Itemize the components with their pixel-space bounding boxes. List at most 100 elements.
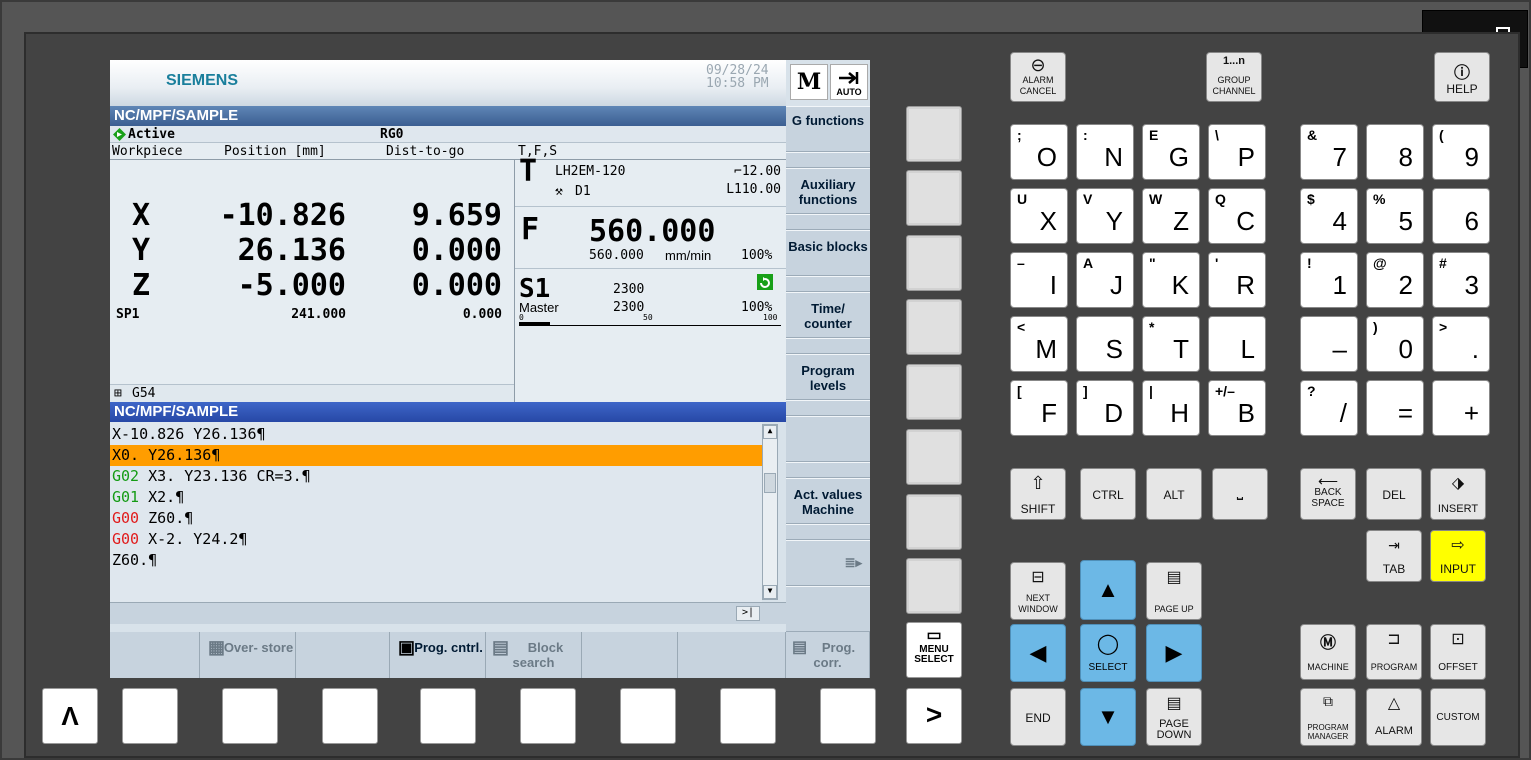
key-c[interactable]: QC [1208,188,1266,244]
scroll-right-icon[interactable]: >| [736,606,760,621]
key-z[interactable]: WZ [1142,188,1200,244]
softkey-aux-functions[interactable]: Auxiliary functions [786,168,870,214]
softkey-h6[interactable] [582,632,678,678]
softkey-h3[interactable] [296,632,390,678]
select-key[interactable]: ◯ SELECT [1080,624,1136,682]
arrow-down-key[interactable]: ▼ [1080,688,1136,746]
softkey-prog-corr[interactable]: ▤ Prog. corr. [786,632,870,678]
key-b[interactable]: +/– B [1208,380,1266,436]
hw-softkey-v8[interactable] [906,558,962,614]
scroll-down-icon[interactable]: ▼ [763,585,777,599]
input-key[interactable]: ⇨ INPUT [1430,530,1486,582]
key-d[interactable]: ] D [1076,380,1134,436]
key-k[interactable]: " K [1142,252,1200,308]
key-num-4[interactable]: % 5 [1366,188,1424,244]
scroll-thumb[interactable] [764,473,776,493]
hw-softkey-h7[interactable] [720,688,776,744]
horizontal-scrollbar[interactable]: >| [110,602,786,624]
key-f[interactable]: [F [1010,380,1068,436]
hw-softkey-h1[interactable] [122,688,178,744]
softkey-prog-cntrl[interactable]: ▣ Prog. cntrl. [390,632,486,678]
key-t[interactable]: * T [1142,316,1200,372]
key-num-2[interactable]: (9 [1432,124,1490,180]
next-window-key[interactable]: ⊟ NEXT WINDOW [1010,562,1066,620]
end-key[interactable]: END [1010,688,1066,746]
softkey-empty-6[interactable] [786,416,870,462]
program-editor[interactable]: X-10.826 Y26.136¶ X0. Y26.136¶ G02 X3. Y… [110,422,762,602]
key-num-7[interactable]: @2 [1366,252,1424,308]
hw-softkey-h4[interactable] [420,688,476,744]
key-i[interactable]: – I [1010,252,1068,308]
key-num-3[interactable]: $4 [1300,188,1358,244]
softkey-g-functions[interactable]: G functions [786,106,870,152]
alt-key[interactable]: ALT [1146,468,1202,520]
hw-softkey-v1[interactable] [906,106,962,162]
menu-select-key[interactable]: ▭ MENU SELECT [906,622,962,678]
softkey-act-values[interactable]: Act. values Machine [786,478,870,524]
vertical-scrollbar[interactable]: ▲ ▼ [762,424,778,600]
backspace-key[interactable]: ⟵ BACK SPACE [1300,468,1356,520]
space-key[interactable]: ⎵ [1212,468,1268,520]
softkey-h1[interactable] [110,632,200,678]
code-line[interactable]: G00 X-2. Y24.2¶ [110,529,762,550]
code-line[interactable]: G00 Z60.¶ [110,508,762,529]
key-num-6[interactable]: ! 1 [1300,252,1358,308]
insert-key[interactable]: ⬗ INSERT [1430,468,1486,520]
key-y[interactable]: VY [1076,188,1134,244]
arrow-right-key[interactable]: ▶ [1146,624,1202,682]
key-num-13[interactable]: = [1366,380,1424,436]
key-x[interactable]: UX [1010,188,1068,244]
key-num-11[interactable]: >. [1432,316,1490,372]
hw-softkey-v2[interactable] [906,170,962,226]
softkey-overstore[interactable]: ▦ Over- store [200,632,296,678]
offset-key[interactable]: ⊡ OFFSET [1430,624,1486,680]
hw-softkey-v6[interactable] [906,429,962,485]
key-r[interactable]: ' R [1208,252,1266,308]
custom-key[interactable]: CUSTOM [1430,688,1486,746]
del-key[interactable]: DEL [1366,468,1422,520]
hw-softkey-h6[interactable] [620,688,676,744]
key-j[interactable]: AJ [1076,252,1134,308]
key-l[interactable]: L [1208,316,1266,372]
help-key[interactable]: ⓘ HELP [1434,52,1490,102]
key-num-1[interactable]: 8 [1366,124,1424,180]
code-line[interactable]: G01 X2.¶ [110,487,762,508]
key-num-10[interactable]: ) 0 [1366,316,1424,372]
key-n[interactable]: :N [1076,124,1134,180]
hw-softkey-h3[interactable] [322,688,378,744]
softkey-basic-blocks[interactable]: Basic blocks [786,230,870,276]
code-line[interactable]: Z60.¶ [110,550,762,571]
key-num-14[interactable]: + [1432,380,1490,436]
hw-softkey-v7[interactable] [906,494,962,550]
hw-softkey-h2[interactable] [222,688,278,744]
page-up-key[interactable]: ▤ PAGE UP [1146,562,1202,620]
group-channel-key[interactable]: 1...n GROUP CHANNEL [1206,52,1262,102]
program-key[interactable]: ⊐ PROGRAM [1366,624,1422,680]
softkey-time-counter[interactable]: Time/ counter [786,292,870,338]
softkey-block-search[interactable]: ▤ Block search [486,632,582,678]
softkey-h7[interactable] [678,632,786,678]
machine-key[interactable]: Ⓜ MACHINE [1300,624,1356,680]
key-h[interactable]: | H [1142,380,1200,436]
arrow-left-key[interactable]: ◀ [1010,624,1066,682]
scroll-up-icon[interactable]: ▲ [763,425,777,439]
hw-softkey-v5[interactable] [906,364,962,420]
softkey-more[interactable]: ≣▸ [786,540,870,586]
recall-key[interactable]: Λ [42,688,98,744]
softkey-program-levels[interactable]: Program levels [786,354,870,400]
tab-key[interactable]: ⇥ TAB [1366,530,1422,582]
key-num-12[interactable]: ? / [1300,380,1358,436]
hw-softkey-h8[interactable] [820,688,876,744]
hw-softkey-v3[interactable] [906,235,962,291]
key-o[interactable]: ; O [1010,124,1068,180]
key-g[interactable]: EG [1142,124,1200,180]
key-num-0[interactable]: & 7 [1300,124,1358,180]
key-s[interactable]: S [1076,316,1134,372]
code-line[interactable]: G02 X3. Y23.136 CR=3.¶ [110,466,762,487]
page-down-key[interactable]: ▤ PAGE DOWN [1146,688,1202,746]
program-manager-key[interactable]: ⧉ PROGRAM MANAGER [1300,688,1356,746]
hw-softkey-h5[interactable] [520,688,576,744]
key-num-5[interactable]: 6 [1432,188,1490,244]
key-p[interactable]: \ P [1208,124,1266,180]
arrow-up-key[interactable]: ▲ [1080,560,1136,620]
